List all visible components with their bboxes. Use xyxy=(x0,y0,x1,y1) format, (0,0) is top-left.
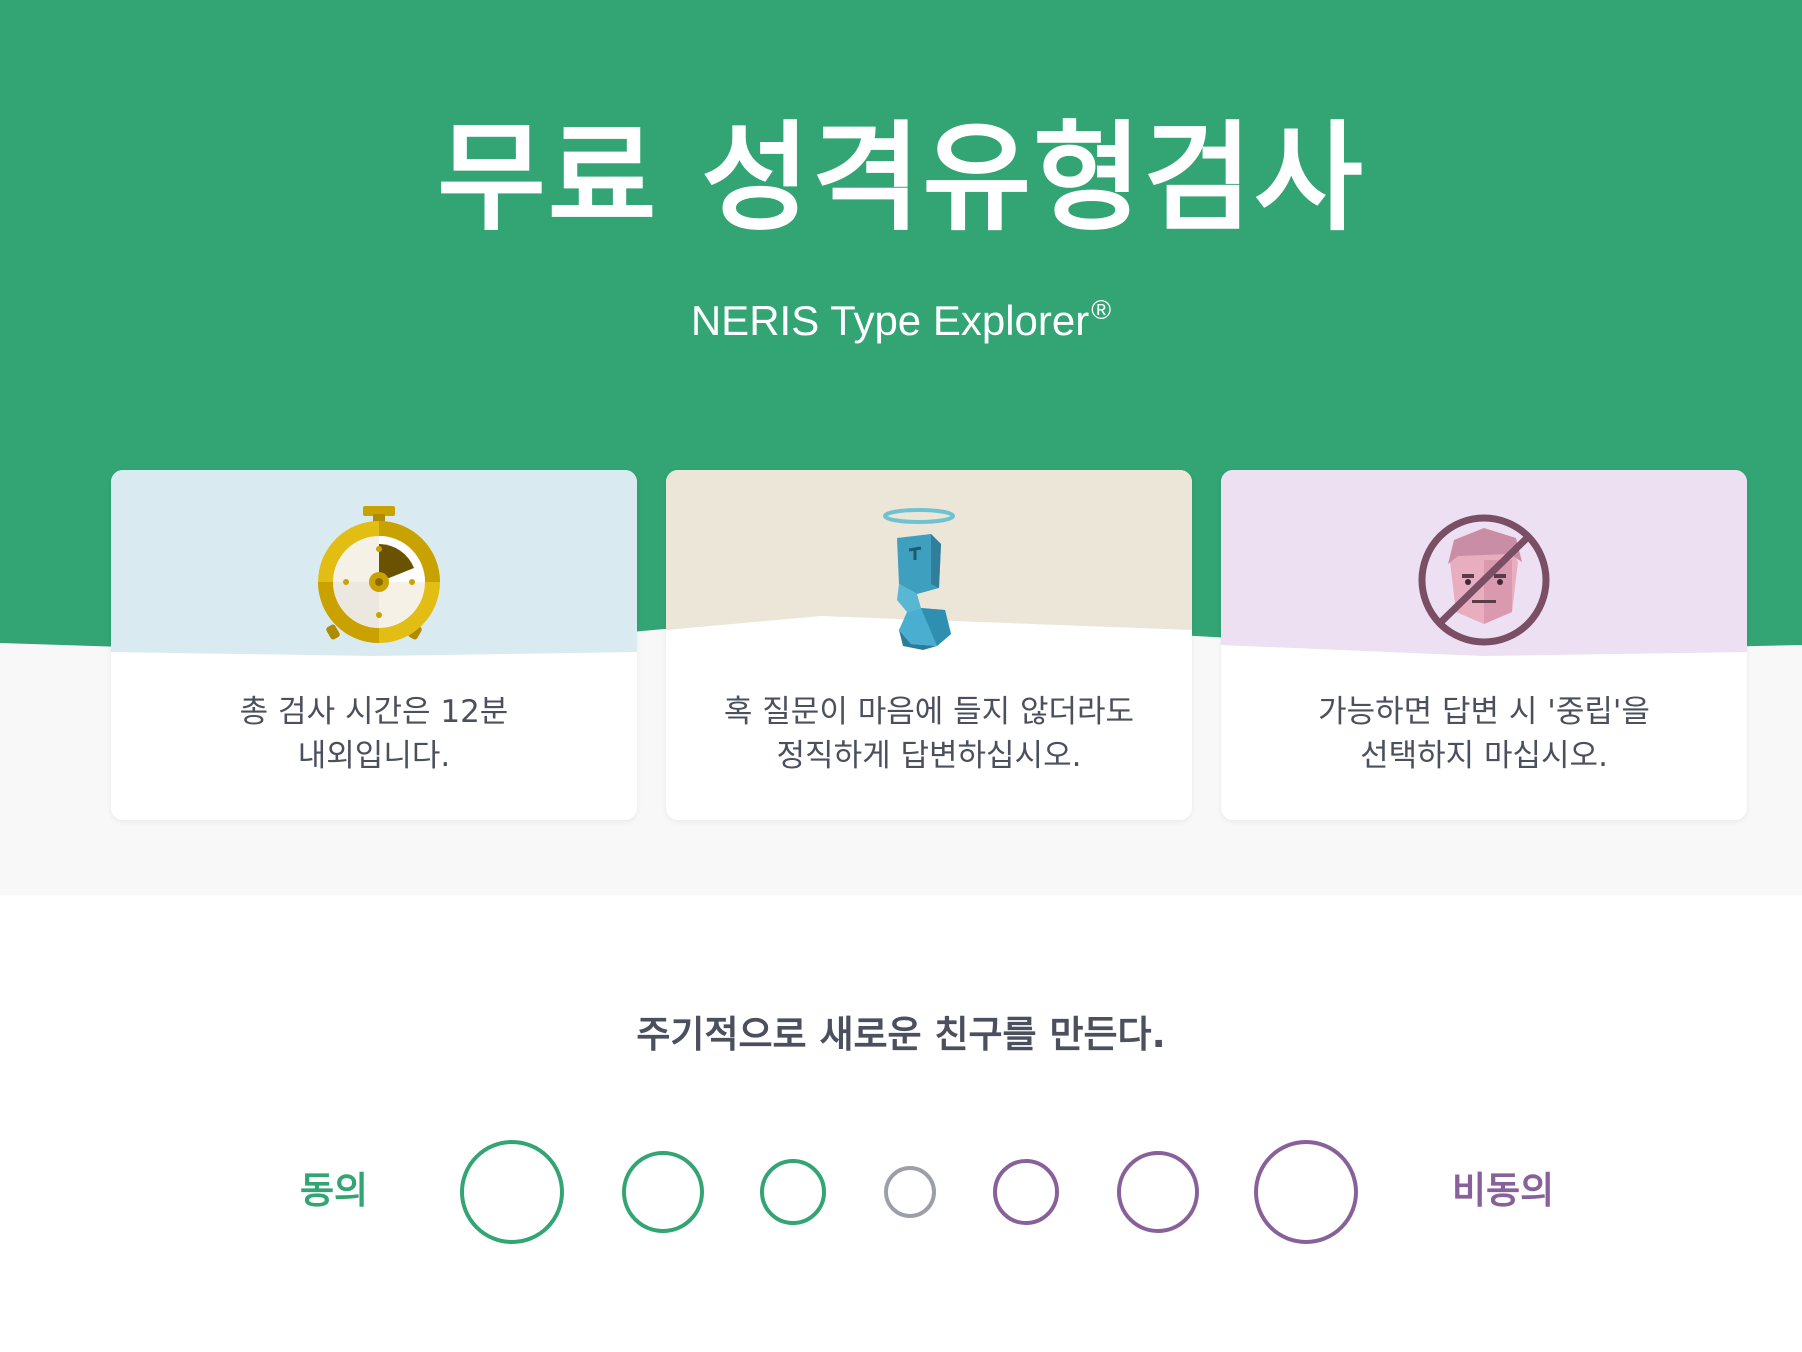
question-text: 주기적으로 새로운 친구를 만든다. xyxy=(636,1013,1166,1056)
hero-section: 무료 성격유형검사 NERIS Type Explorer® 총 검사 시간은 … xyxy=(0,0,1802,895)
card-text-line: 선택하지 마십시오. xyxy=(1360,738,1608,774)
page-subtitle: NERIS Type Explorer® xyxy=(0,282,1802,349)
no-neutral-face-icon xyxy=(1418,514,1550,646)
card-text-neutral: 가능하면 답변 시 '중립'을 선택하지 마십시오. xyxy=(1241,690,1727,778)
answer-option-slightly-agree[interactable] xyxy=(760,1159,826,1225)
answer-option-neutral[interactable] xyxy=(884,1166,936,1218)
card-text-time: 총 검사 시간은 12분 내외입니다. xyxy=(131,690,617,778)
registered-mark: ® xyxy=(1091,295,1112,325)
info-card-honesty: 혹 질문이 마음에 들지 않더라도 정직하게 답변하십시오. xyxy=(666,470,1192,820)
disagree-label: 비동의 xyxy=(1452,1169,1555,1212)
answer-option-slightly-disagree[interactable] xyxy=(993,1159,1059,1225)
card-text-line: 내외입니다. xyxy=(297,738,451,774)
agree-label: 동의 xyxy=(300,1169,369,1212)
card-text-line: 가능하면 답변 시 '중립'을 xyxy=(1318,694,1650,730)
answer-option-strongly-disagree[interactable] xyxy=(1254,1140,1358,1244)
page-title: 무료 성격유형검사 xyxy=(437,109,1365,247)
info-card-time: 총 검사 시간은 12분 내외입니다. xyxy=(111,470,637,820)
card-text-line: 총 검사 시간은 12분 xyxy=(239,694,509,730)
angel-figure-icon xyxy=(883,508,955,650)
answer-option-agree[interactable] xyxy=(622,1151,704,1233)
card-text-line: 정직하게 답변하십시오. xyxy=(776,738,1082,774)
answer-option-disagree[interactable] xyxy=(1117,1151,1199,1233)
info-card-neutral: 가능하면 답변 시 '중립'을 선택하지 마십시오. xyxy=(1221,470,1747,820)
answer-option-strongly-agree[interactable] xyxy=(460,1140,564,1244)
card-text-line: 혹 질문이 마음에 들지 않더라도 xyxy=(723,694,1135,730)
card-text-honesty: 혹 질문이 마음에 들지 않더라도 정직하게 답변하십시오. xyxy=(686,690,1172,778)
stopwatch-icon xyxy=(318,506,440,643)
subtitle-text: NERIS Type Explorer xyxy=(690,297,1090,344)
